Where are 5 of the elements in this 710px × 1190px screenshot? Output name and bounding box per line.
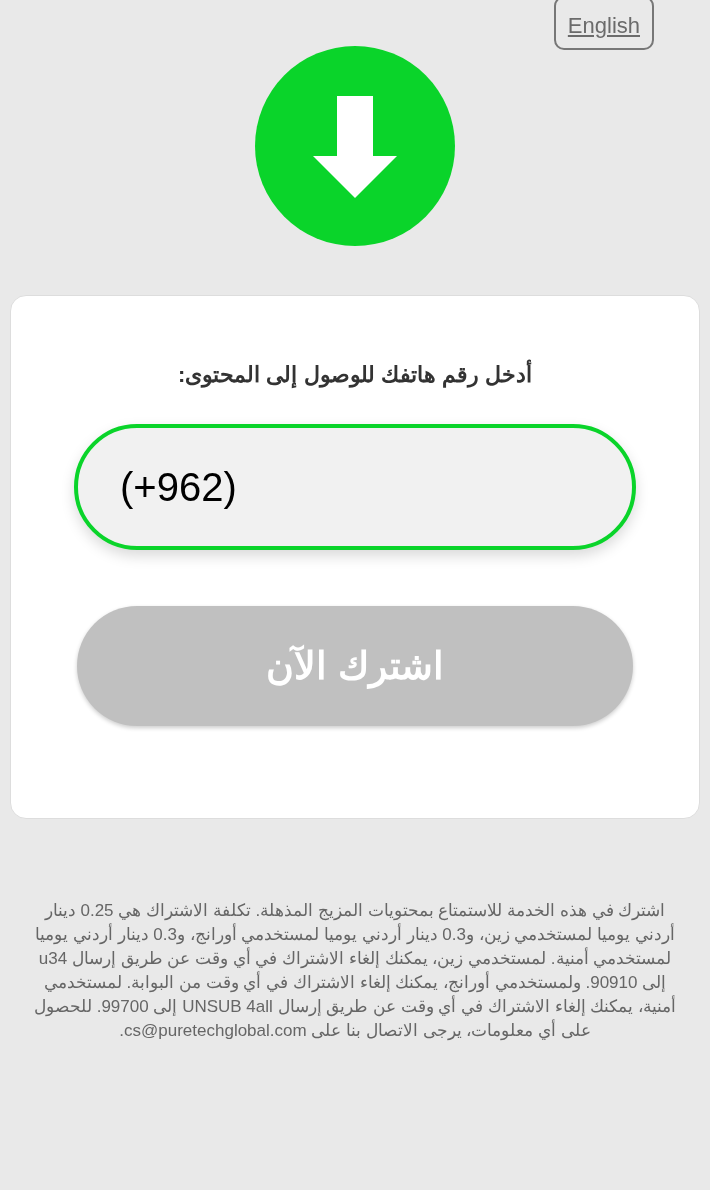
download-icon bbox=[255, 46, 455, 246]
phone-field[interactable]: (+962) bbox=[74, 424, 636, 550]
footer-text: اشترك في هذه الخدمة للاستمتاع بمحتويات المزيج المذهلة. تكلفة الاشتراك هي 0.25 دينار أردني يوميا لمستخدمي زين، و0.3 دينار أردني يوميا لمستخدمي أورانج، و0.3 دينار أردني يوميا لمستخدمي أمنية. لمستخدمي زين، يمكنك إلغاء الاشتراك في أي وقت عن طريق إرسال u34 إلى 90910. ولمستخدمي أورانج، يمكنك إلغاء الاشتراك في أي وقت من البوابة. لمستخدمي أمنية، يمكنك إلغاء الاشتراك في أي وقت عن طريق إرسال UNSUB 4all إلى 99700. للحصول على أي معلومات، يرجى الاتصال بنا على cs@puretechglobal.com. bbox=[32, 900, 678, 1043]
form-title: أدخل رقم هاتفك للوصول إلى المحتوى: bbox=[178, 358, 532, 391]
language-button[interactable]: English bbox=[553, 0, 654, 50]
